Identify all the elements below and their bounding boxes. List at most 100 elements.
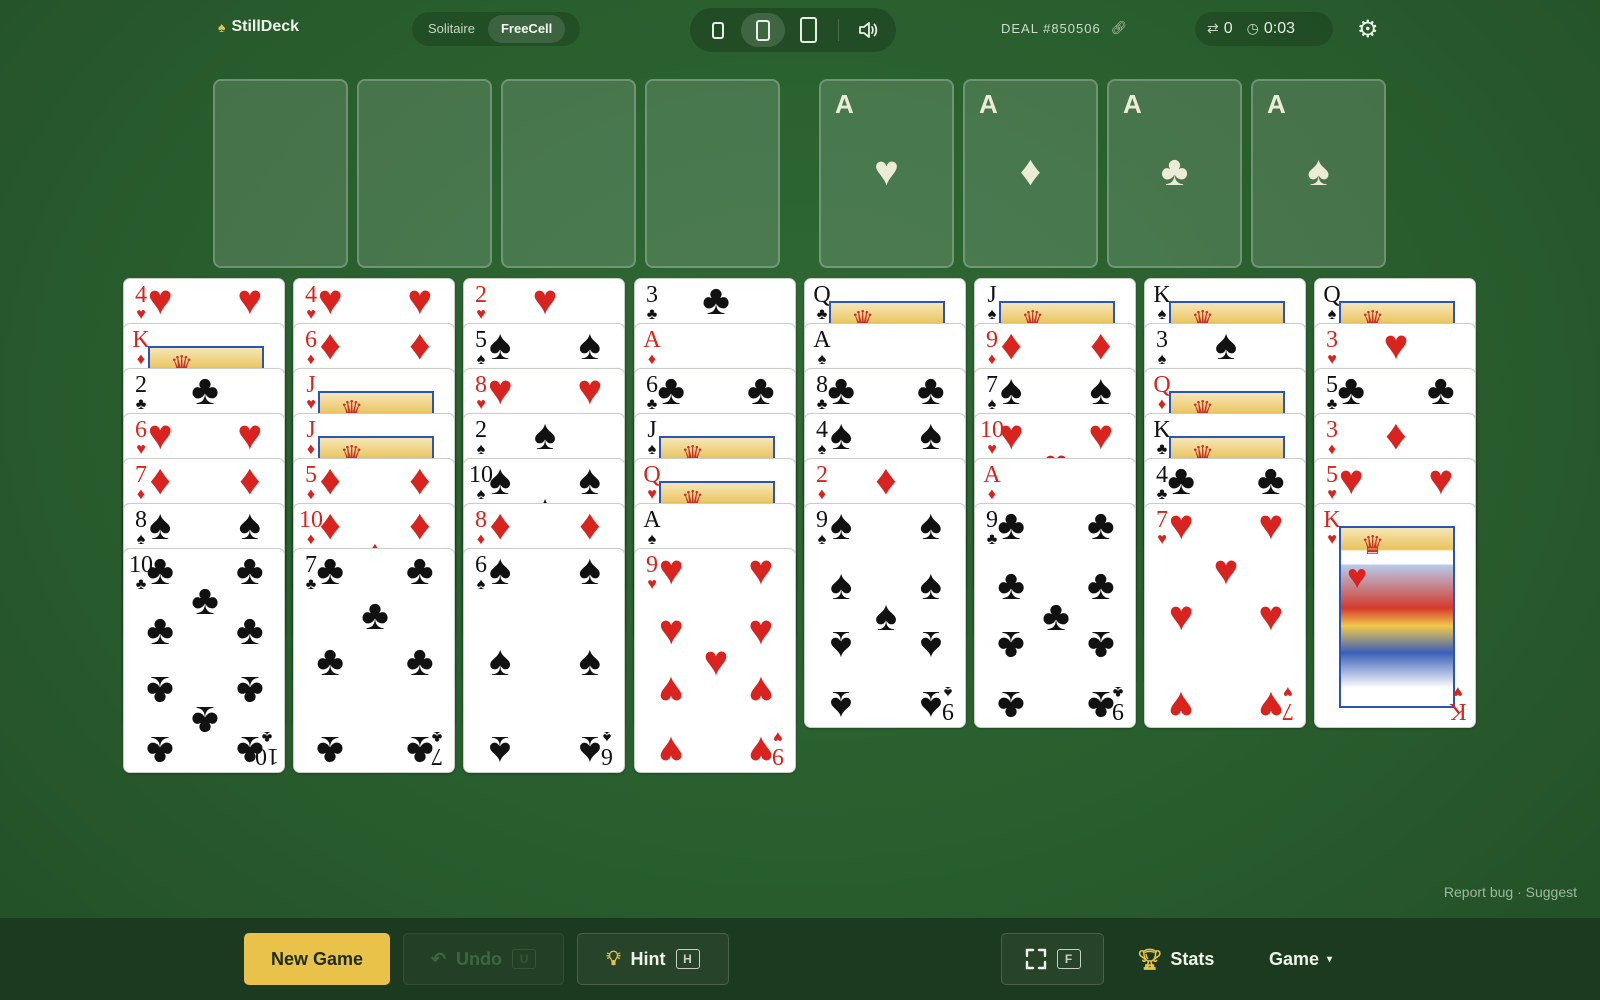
card-7-of-clubs[interactable]: 7 ♣ ♣ ♣ ♣ ♣ ♣ ♣ ♣ 7 ♣: [293, 548, 455, 773]
heart-pip-icon: ♥: [658, 727, 684, 773]
card-k-of-hearts[interactable]: K ♥ ♛ ♥ K ♥: [1314, 503, 1476, 728]
foundation-rank: A: [835, 89, 854, 119]
game-menu-button[interactable]: Game ▾: [1269, 933, 1332, 985]
card-rank: 6: [601, 743, 613, 769]
crown-icon: ♛: [1361, 530, 1385, 560]
card-6-of-spades[interactable]: 6 ♠ ♠ ♠ ♠ ♠ ♠ ♠ 6 ♠: [463, 548, 625, 773]
foundation-clubs[interactable]: A ♣: [1107, 79, 1242, 268]
card-9-of-spades[interactable]: 9 ♠ ♠ ♠ ♠ ♠ ♠ ♠ ♠ ♠ ♠ 9 ♠: [804, 503, 966, 728]
card-rank: 10: [255, 743, 279, 769]
card-pips: ♠ ♠ ♠ ♠ ♠ ♠: [486, 549, 604, 772]
club-pip-icon: ♣: [657, 368, 685, 414]
new-game-button[interactable]: New Game: [244, 933, 390, 985]
tableau-column-8[interactable]: Q♠♛♠3♥♥♥♥5♣♣♣♣♣♣3♦♦♦♦5♥♥♥♥♥♥K♥♛♥K♥: [1314, 278, 1476, 798]
free-cell-4[interactable]: [645, 79, 780, 268]
sound-button[interactable]: [847, 13, 890, 47]
tableau-column-2[interactable]: 4♥♥♥♥♥6♦♦♦♦♦♦♦J♥♛♥J♦♛♦5♦♦♦♦♦♦10♦♦♦♦♦♦♦♦♦…: [293, 278, 455, 798]
spade-icon: ♠: [943, 683, 953, 700]
spade-pip-icon: ♠: [919, 503, 942, 549]
free-cell-3[interactable]: [501, 79, 636, 268]
card-rank: 9: [942, 698, 954, 724]
heart-pip-icon: ♥: [658, 548, 684, 594]
heart-pip-icon: ♥: [237, 278, 263, 324]
free-cell-2[interactable]: [357, 79, 492, 268]
diamond-pip-icon: ♦: [409, 323, 431, 369]
diamond-pip-icon: ♦: [489, 503, 511, 549]
foundation-hearts[interactable]: A ♥: [819, 79, 954, 268]
heart-pip-icon: ♥: [658, 606, 684, 654]
tableau-column-6[interactable]: J♠♛♠9♦♦♦♦♦♦♦♦♦♦7♠♠♠♠♠♠♠♠10♥♥♥♥♥♥♥♥♥♥♥A♦♦…: [974, 278, 1136, 798]
club-pip-icon: ♣: [1087, 503, 1115, 549]
hint-button[interactable]: 💡︎ Hint H: [577, 933, 729, 985]
tableau-column-3[interactable]: 2♥♥♥5♠♠♠♠♠♠8♥♥♥♥♥♥♥♥♥2♠♠♠10♠♠♠♠♠♠♠♠♠♠♠8♦…: [463, 278, 625, 798]
card-corner-index-bottom: 7 ♣: [424, 728, 450, 769]
foundation-rank: A: [1267, 89, 1286, 119]
heart-pip-icon: ♥: [487, 368, 513, 414]
fullscreen-button[interactable]: F: [1001, 933, 1104, 985]
card-rank: J: [306, 417, 316, 443]
mode-freecell-button[interactable]: FreeCell: [487, 15, 566, 43]
tableau-column-5[interactable]: Q♣♛♣A♠♠8♣♣♣♣♣♣♣♣♣4♠♠♠♠♠2♦♦♦9♠♠♠♠♠♠♠♠♠♠9♠: [804, 278, 966, 798]
club-pip-icon: ♣: [316, 548, 344, 594]
diamond-pip-icon: ♦: [409, 458, 431, 504]
spade-pip-icon: ♠: [489, 323, 512, 369]
club-pip-icon: ♣: [1167, 458, 1195, 504]
heart-pip-icon: ♥: [147, 413, 173, 459]
card-9-of-hearts[interactable]: 9 ♥ ♥ ♥ ♥ ♥ ♥ ♥ ♥ ♥ ♥ 9 ♥: [634, 548, 796, 773]
card-7-of-hearts[interactable]: 7 ♥ ♥ ♥ ♥ ♥ ♥ ♥ ♥ 7 ♥: [1144, 503, 1306, 728]
deal-number: DEAL #850506: [1001, 20, 1101, 36]
fullscreen-shortcut: F: [1056, 949, 1081, 969]
club-pip-icon: ♣: [316, 727, 344, 773]
speaker-icon: [859, 22, 878, 38]
free-cell-1[interactable]: [213, 79, 348, 268]
stats-button[interactable]: 🏆︎ Stats: [1137, 933, 1214, 985]
spade-pip-icon: ♠: [1000, 368, 1023, 414]
club-pip-icon: ♣: [997, 682, 1025, 728]
bottom-toolbar: New Game ↶ Undo U 💡︎ Hint H F 🏆︎ Stats G…: [0, 918, 1600, 1000]
club-pip-icon: ♣: [191, 697, 219, 745]
court-card-face: ♛♥: [1339, 526, 1455, 708]
spade-pip-icon: ♠: [830, 682, 853, 728]
undo-shortcut: U: [512, 949, 537, 969]
tableau-column-1[interactable]: 4♥♥♥♥♥K♦♛♦2♣♣♣6♥♥♥♥♥♥♥7♦♦♦♦♦♦♦♦8♠♠♠♠♠♠♠♠…: [123, 278, 285, 798]
undo-button[interactable]: ↶ Undo U: [403, 933, 564, 985]
club-pip-icon: ♣: [406, 548, 434, 594]
heart-pip-icon: ♥: [998, 413, 1024, 459]
spade-pip-icon: ♠: [533, 413, 557, 459]
phone-small-icon: [711, 21, 724, 39]
heart-pip-icon: ♥: [703, 636, 729, 684]
size-medium-button[interactable]: [741, 13, 785, 47]
card-corner-index-bottom: 9 ♠: [935, 683, 961, 724]
spade-icon: ♠: [1307, 147, 1330, 194]
heart-pip-icon: ♥: [1213, 546, 1239, 594]
report-suggest-link[interactable]: Report bug · Suggest: [1444, 884, 1577, 900]
foundation-spades[interactable]: A ♠: [1251, 79, 1386, 268]
game-stats-pill: ⇄ 0 ◷ 0:03: [1195, 12, 1333, 46]
tableau-column-4[interactable]: 3♣♣♣♣A♦♦6♣♣♣♣♣♣♣J♠♛♠Q♥♛♥A♠♠9♥♥♥♥♥♥♥♥♥♥9♥: [634, 278, 796, 798]
diamond-pip-icon: ♦: [239, 458, 261, 504]
heart-pip-icon: ♥: [1383, 323, 1409, 369]
card-rank: J: [987, 282, 997, 308]
brand[interactable]: ♠ StillDeck: [218, 18, 299, 36]
foundation-rank: A: [1123, 89, 1142, 119]
heart-pip-icon: ♥: [658, 667, 684, 715]
card-10-of-clubs[interactable]: 10 ♣ ♣ ♣ ♣ ♣ ♣ ♣ ♣ ♣ ♣ ♣ 10 ♣: [123, 548, 285, 773]
undo-label: Undo: [456, 948, 503, 969]
size-small-button[interactable]: [696, 13, 739, 47]
size-large-button[interactable]: [787, 13, 830, 47]
heart-pip-icon: ♥: [748, 548, 774, 594]
tableau-column-7[interactable]: K♠♛♠3♠♠♠♠Q♦♛♦K♣♛♣4♣♣♣♣♣7♥♥♥♥♥♥♥♥7♥: [1144, 278, 1306, 798]
hint-label: Hint: [630, 948, 666, 969]
foundation-diamonds[interactable]: A ♦: [963, 79, 1098, 268]
heart-pip-icon: ♥: [147, 278, 173, 324]
top-bar: ♠ StillDeck Solitaire FreeCell DEAL #850…: [0, 0, 1600, 58]
link-icon[interactable]: 🔗︎: [1111, 20, 1129, 36]
spade-pip-icon: ♠: [830, 622, 853, 670]
spade-pip-icon: ♠: [149, 503, 172, 549]
mode-solitaire-button[interactable]: Solitaire: [415, 15, 488, 43]
card-pips: ♣ ♣ ♣ ♣ ♣ ♣ ♣ ♣ ♣ ♣: [146, 549, 264, 772]
heart-pip-icon: ♥: [317, 278, 343, 324]
card-9-of-clubs[interactable]: 9 ♣ ♣ ♣ ♣ ♣ ♣ ♣ ♣ ♣ ♣ 9 ♣: [974, 503, 1136, 728]
club-pip-icon: ♣: [1427, 368, 1455, 414]
settings-gear-icon[interactable]: ⚙: [1357, 15, 1379, 44]
